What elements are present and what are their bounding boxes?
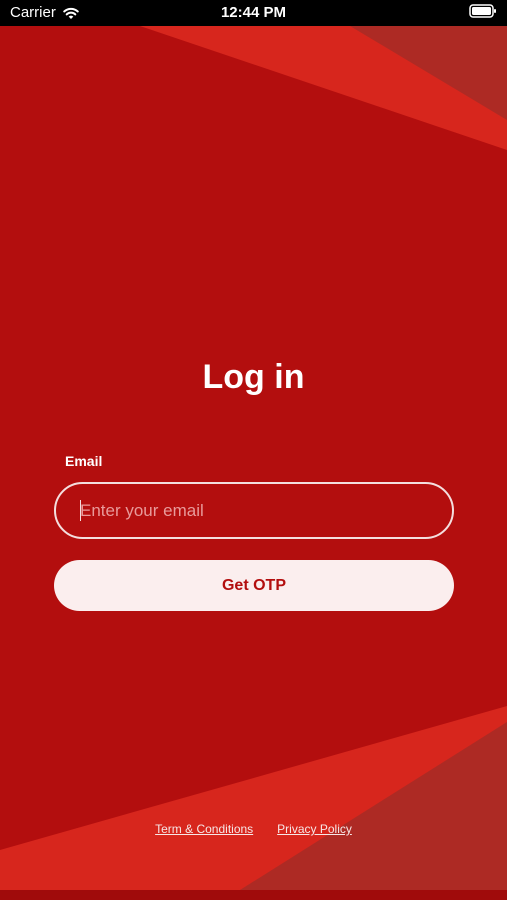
- battery-icon: [469, 4, 496, 18]
- privacy-link[interactable]: Privacy Policy: [277, 822, 352, 836]
- battery-indicator: [469, 4, 497, 22]
- get-otp-button[interactable]: Get OTP: [54, 560, 454, 611]
- login-screen: Carrier 12:44 PM Log in Email Get OTP Te…: [0, 0, 507, 900]
- email-label: Email: [65, 453, 103, 469]
- footer-links: Term & Conditions Privacy Policy: [0, 822, 507, 836]
- status-time: 12:44 PM: [220, 4, 287, 21]
- page-title: Log in: [202, 358, 305, 396]
- login-form: Log in Email Get OTP Term & Conditions P…: [0, 0, 507, 900]
- bottom-edge-bar: [0, 890, 507, 900]
- email-input[interactable]: [54, 482, 454, 539]
- terms-link[interactable]: Term & Conditions: [155, 822, 253, 836]
- status-bar: Carrier 12:44 PM: [0, 0, 507, 26]
- text-cursor: [80, 500, 81, 521]
